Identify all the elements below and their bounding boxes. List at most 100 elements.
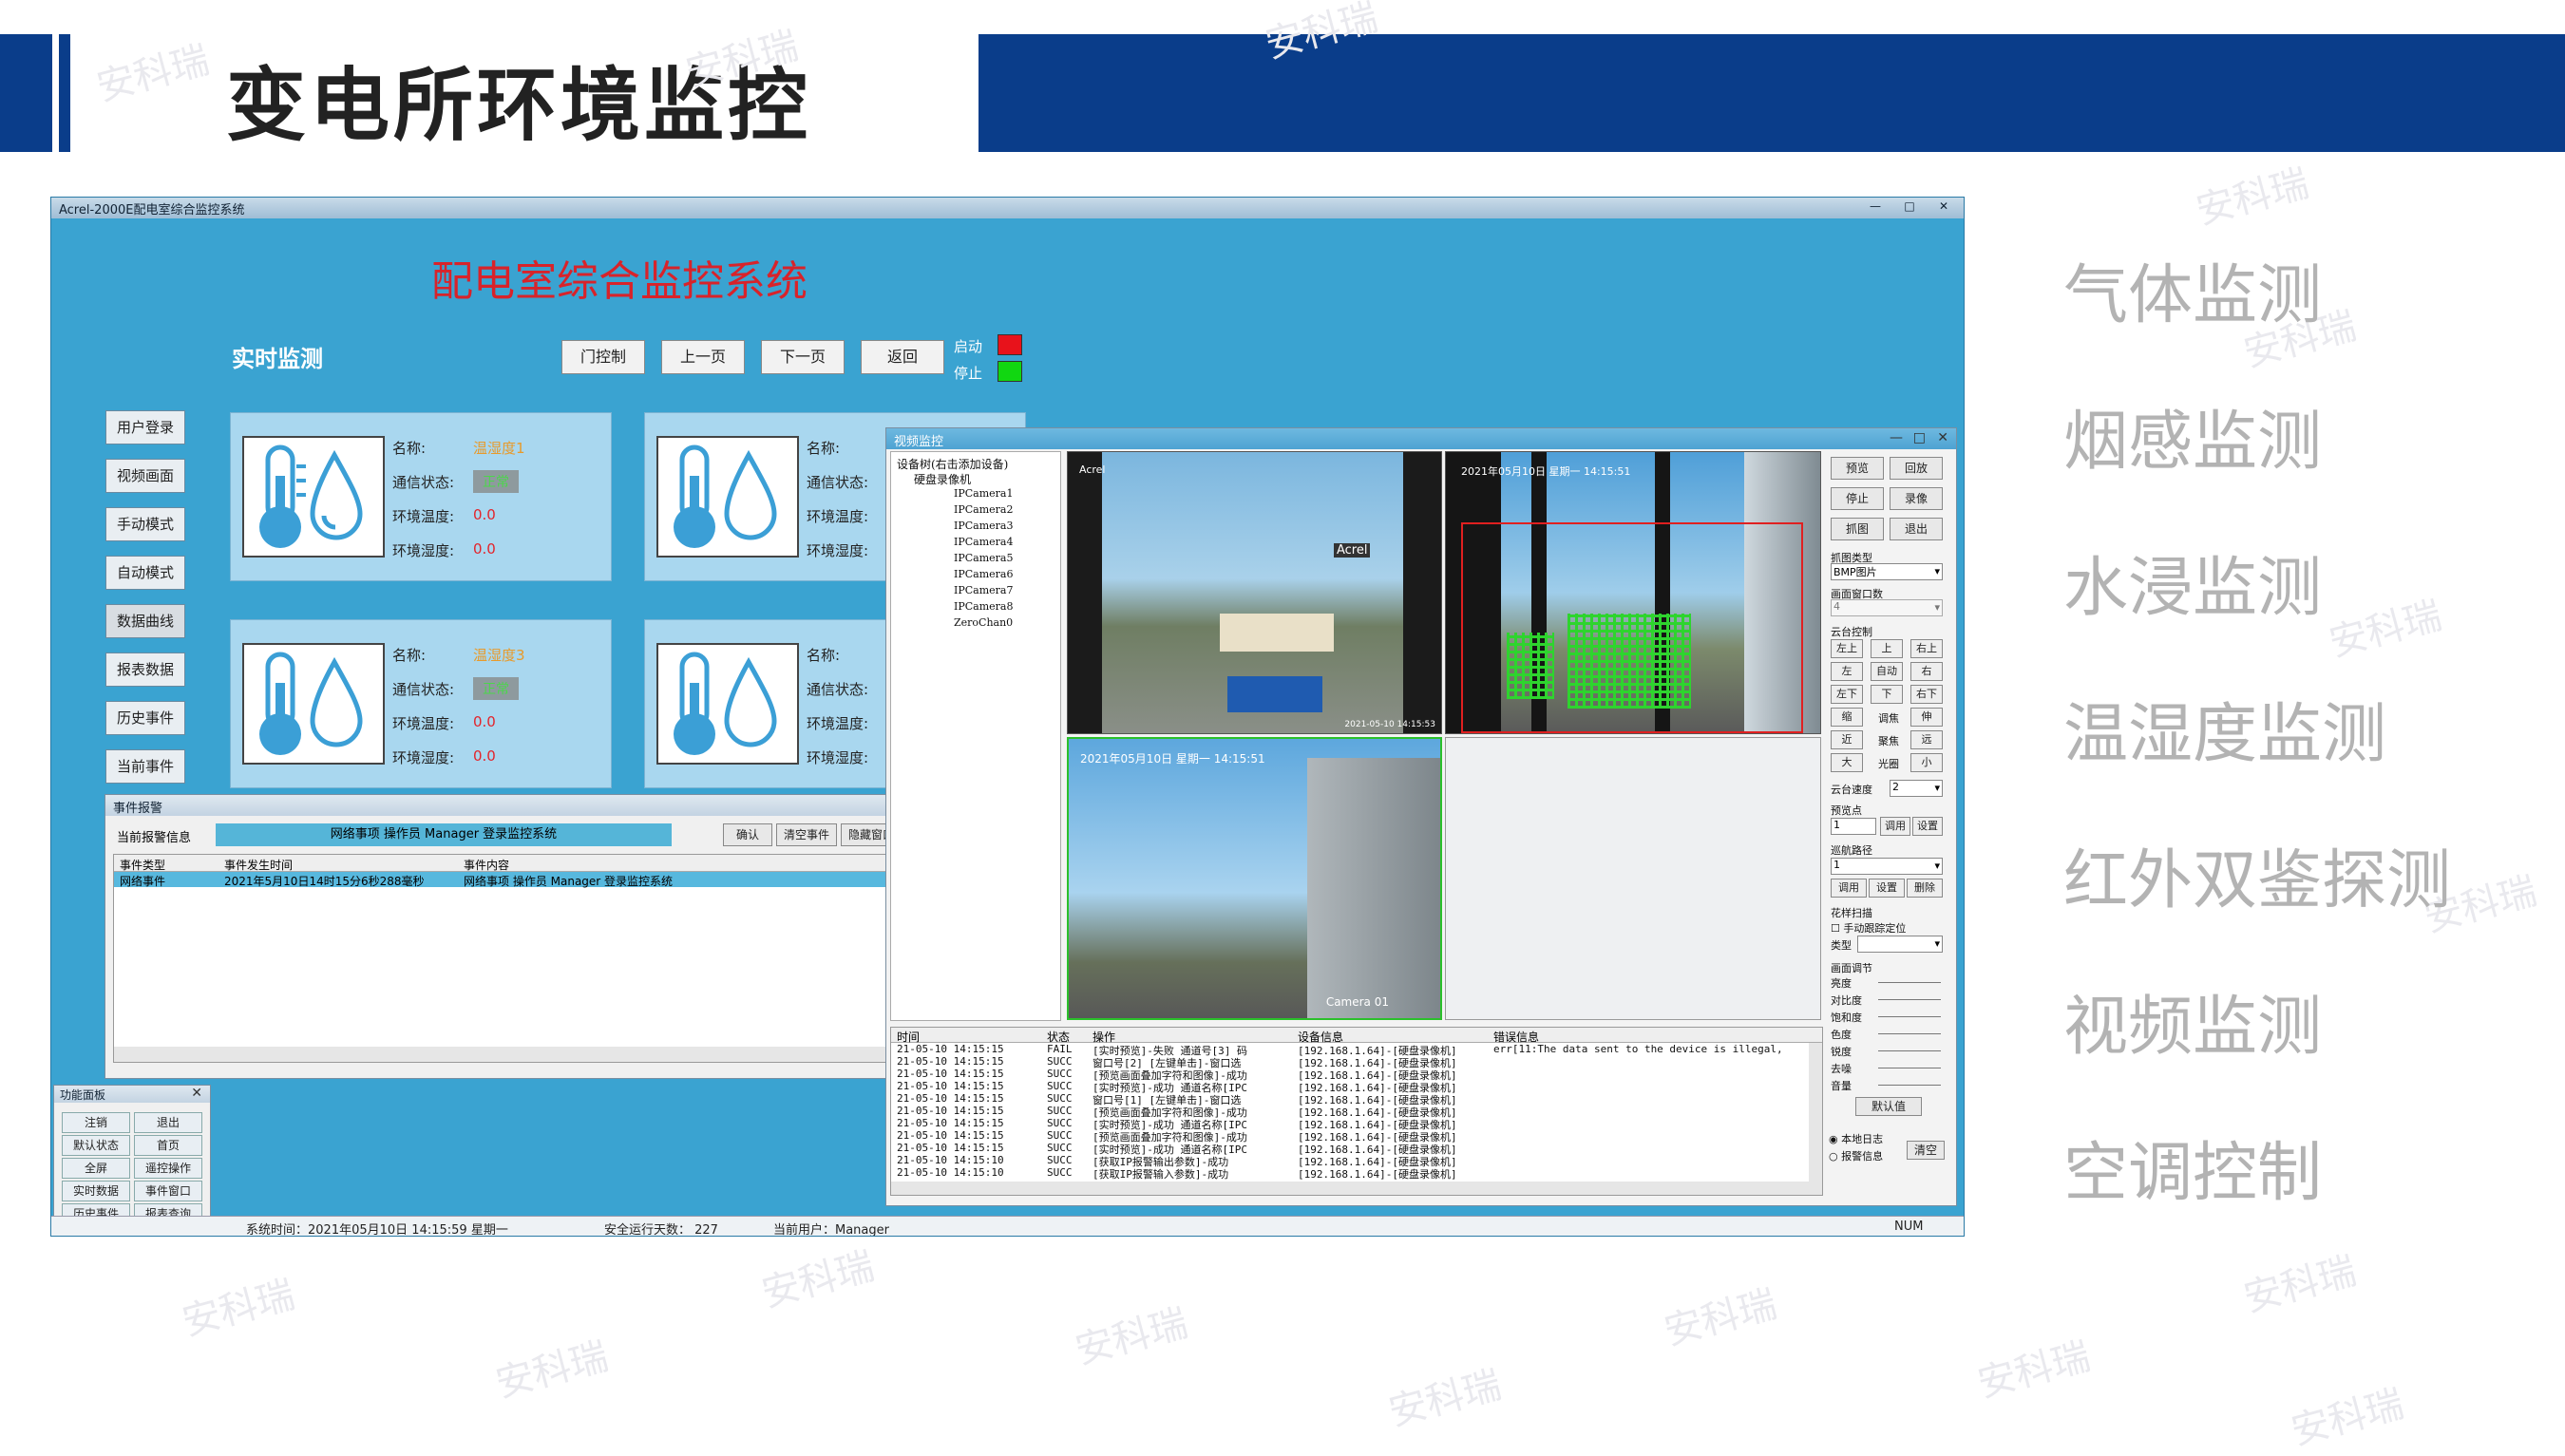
close-icon[interactable]: ✕ <box>1931 199 1956 215</box>
tree-channel[interactable]: ZeroChan0 <box>954 616 1013 629</box>
nav-history-events[interactable]: 历史事件 <box>105 701 185 735</box>
table-row[interactable]: 21-05-10 14:15:15 FAIL [实时预览]-失败 通道号[3] 码[… <box>891 1043 1822 1057</box>
table-row[interactable]: 21-05-10 14:15:15 SUCC 窗口号[1] [左键单击]-窗口选 [1… <box>891 1092 1822 1106</box>
stop-button[interactable]: 停止 <box>1831 487 1884 510</box>
contrast-slider[interactable] <box>1878 999 1941 1000</box>
sensor-card[interactable]: 名称: 温湿度1 通信状态: 正常 环境温度: 0.0 环境湿度: 0.0 <box>230 412 612 581</box>
table-row[interactable]: 21-05-10 14:15:15 SUCC [预览画面叠加字符和图像]-成功 [19… <box>891 1105 1822 1119</box>
realtime-data-button[interactable]: 实时数据 <box>62 1181 130 1201</box>
sensor-card[interactable]: 名称: 温湿度3 通信状态: 正常 环境温度: 0.0 环境湿度: 0.0 <box>230 619 612 788</box>
table-row[interactable]: 网络事件 2021年5月10日14时15分6秒288毫秒 网络事项 操作员 Ma… <box>114 872 902 888</box>
nav-video[interactable]: 视频画面 <box>105 459 185 493</box>
exit-button[interactable]: 退出 <box>134 1112 202 1133</box>
table-row[interactable]: 21-05-10 14:15:10 SUCC [获取IP报警输出参数]-成功 [192… <box>891 1154 1822 1168</box>
camera-view-2[interactable]: 2021年05月10日 星期一 14:15:51 <box>1445 451 1821 734</box>
tree-camera[interactable]: IPCamera2 <box>954 503 1013 516</box>
table-row[interactable]: 21-05-10 14:15:15 SUCC [预览画面叠加字符和图像]-成功 [19… <box>891 1068 1822 1082</box>
nav-report-data[interactable]: 报表数据 <box>105 652 185 687</box>
manual-track-checkbox[interactable]: ☐ 手动跟踪定位 <box>1831 920 1906 936</box>
exit-button[interactable]: 退出 <box>1890 518 1943 540</box>
table-row[interactable]: 21-05-10 14:15:15 SUCC [预览画面叠加字符和图像]-成功 [19… <box>891 1129 1822 1144</box>
horizontal-scrollbar[interactable] <box>114 1047 902 1062</box>
ptz-down[interactable]: 下 <box>1871 685 1903 704</box>
iris-open-button[interactable]: 大 <box>1831 753 1863 772</box>
ptz-down-left[interactable]: 左下 <box>1831 685 1863 704</box>
vertical-scrollbar[interactable] <box>1809 1043 1822 1183</box>
zoom-out-button[interactable]: 缩 <box>1831 708 1863 727</box>
default-value-button[interactable]: 默认值 <box>1855 1097 1922 1116</box>
tree-camera[interactable]: IPCamera5 <box>954 552 1013 564</box>
ptz-up-left[interactable]: 左上 <box>1831 639 1863 658</box>
tree-camera[interactable]: IPCamera8 <box>954 600 1013 613</box>
ptz-up-right[interactable]: 右上 <box>1910 639 1943 658</box>
playback-button[interactable]: 回放 <box>1890 457 1943 480</box>
camera-view-4[interactable] <box>1445 737 1821 1020</box>
clear-log-button[interactable]: 清空 <box>1907 1141 1945 1160</box>
capture-type-select[interactable]: BMP图片 ▾ <box>1831 563 1943 580</box>
cruise-call-button[interactable]: 调用 <box>1831 879 1867 898</box>
preset-call-button[interactable]: 调用 <box>1880 817 1910 836</box>
maximize-icon[interactable]: □ <box>1897 199 1922 215</box>
minimize-icon[interactable]: — <box>1890 430 1903 445</box>
ptz-up[interactable]: 上 <box>1871 639 1903 658</box>
ptz-down-right[interactable]: 右下 <box>1910 685 1943 704</box>
door-control-button[interactable]: 门控制 <box>561 340 645 374</box>
table-row[interactable]: 21-05-10 14:15:10 SUCC [获取IP报警输入参数]-成功 [192… <box>891 1166 1822 1181</box>
zoom-in-button[interactable]: 伸 <box>1910 708 1943 727</box>
tree-camera[interactable]: IPCamera1 <box>954 487 1013 500</box>
tree-camera[interactable]: IPCamera4 <box>954 536 1013 548</box>
remote-control-button[interactable]: 遥控操作 <box>134 1158 202 1179</box>
maximize-icon[interactable]: □ <box>1913 430 1926 445</box>
ptz-speed-select[interactable]: 2 ▾ <box>1890 780 1943 797</box>
ptz-auto[interactable]: 自动 <box>1871 662 1903 681</box>
saturation-slider[interactable] <box>1878 1016 1941 1017</box>
window-count-select[interactable]: 4 ▾ <box>1831 599 1943 616</box>
clear-events-button[interactable]: 清空事件 <box>776 823 837 846</box>
tree-dvr[interactable]: 硬盘录像机 <box>914 471 971 487</box>
table-row[interactable]: 21-05-10 14:15:15 SUCC 窗口号[2] [左键单击]-窗口选 [1… <box>891 1055 1822 1069</box>
nav-manual-mode[interactable]: 手动模式 <box>105 507 185 541</box>
focus-near-button[interactable]: 近 <box>1831 730 1863 749</box>
ptz-left[interactable]: 左 <box>1831 662 1863 681</box>
table-row[interactable]: 21-05-10 14:15:15 SUCC [实时预览]-成功 通道名称[IPC[… <box>891 1080 1822 1094</box>
sharpness-slider[interactable] <box>1878 1050 1941 1051</box>
alarm-info-radio[interactable]: ○ 报警信息 <box>1829 1148 1883 1163</box>
nav-auto-mode[interactable]: 自动模式 <box>105 556 185 590</box>
ptz-right[interactable]: 右 <box>1910 662 1943 681</box>
default-state-button[interactable]: 默认状态 <box>62 1135 130 1156</box>
back-button[interactable]: 返回 <box>861 340 944 374</box>
cruise-delete-button[interactable]: 删除 <box>1907 879 1943 898</box>
local-log-radio[interactable]: ◉ 本地日志 <box>1829 1131 1883 1146</box>
volume-slider[interactable] <box>1878 1085 1941 1086</box>
next-page-button[interactable]: 下一页 <box>761 340 845 374</box>
preset-select[interactable]: 1 <box>1831 818 1876 835</box>
table-row[interactable]: 21-05-10 14:15:15 SUCC [实时预览]-成功 通道名称[IPC[… <box>891 1117 1822 1131</box>
preset-set-button[interactable]: 设置 <box>1912 817 1943 836</box>
tree-camera[interactable]: IPCamera3 <box>954 520 1013 532</box>
hue-slider[interactable] <box>1878 1033 1941 1034</box>
cruise-set-button[interactable]: 设置 <box>1869 879 1905 898</box>
type-select[interactable]: ▾ <box>1857 936 1943 953</box>
nav-data-curve[interactable]: 数据曲线 <box>105 604 185 638</box>
brightness-slider[interactable] <box>1878 982 1941 983</box>
cruise-select[interactable]: 1 ▾ <box>1831 858 1943 875</box>
table-row[interactable]: 21-05-10 14:15:15 SUCC [实时预览]-成功 通道名称[IPC[… <box>891 1142 1822 1156</box>
close-icon[interactable]: ✕ <box>1937 430 1948 445</box>
logout-button[interactable]: 注销 <box>62 1112 130 1133</box>
tree-camera[interactable]: IPCamera6 <box>954 568 1013 580</box>
nav-user-login[interactable]: 用户登录 <box>105 410 185 444</box>
record-button[interactable]: 录像 <box>1890 487 1943 510</box>
horizontal-scrollbar[interactable] <box>891 1182 1822 1195</box>
minimize-icon[interactable]: — <box>1863 199 1888 215</box>
tree-camera[interactable]: IPCamera7 <box>954 584 1013 596</box>
nav-current-events[interactable]: 当前事件 <box>105 749 185 784</box>
iris-close-button[interactable]: 小 <box>1910 753 1943 772</box>
prev-page-button[interactable]: 上一页 <box>661 340 745 374</box>
preview-button[interactable]: 预览 <box>1831 457 1884 480</box>
close-icon[interactable]: ✕ <box>191 1086 202 1101</box>
confirm-button[interactable]: 确认 <box>723 823 772 846</box>
camera-view-1[interactable]: Acrel Acrel 2021-05-10 14:15:53 <box>1067 451 1442 734</box>
event-window-button[interactable]: 事件窗口 <box>134 1181 202 1201</box>
camera-view-3[interactable]: 2021年05月10日 星期一 14:15:51 Camera 01 <box>1067 737 1442 1020</box>
home-button[interactable]: 首页 <box>134 1135 202 1156</box>
